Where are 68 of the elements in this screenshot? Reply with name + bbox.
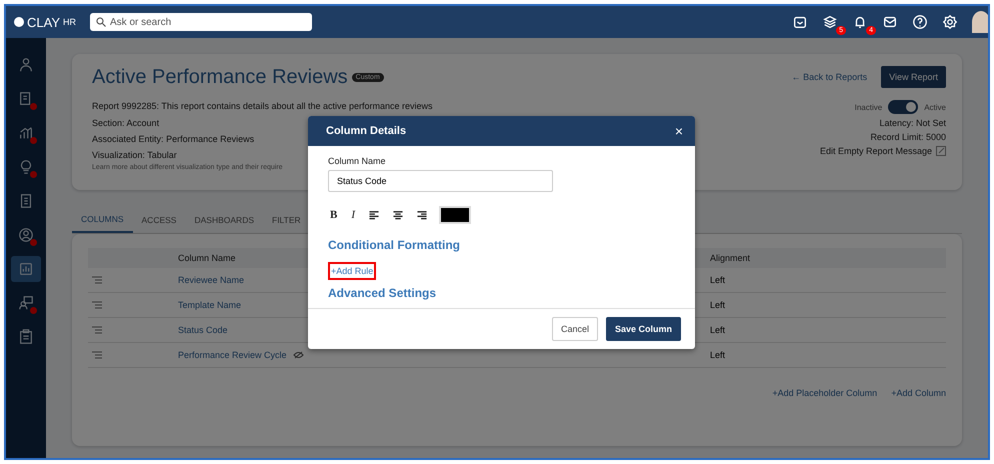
search-icon	[96, 17, 106, 27]
report-field: Associated Entity: Performance Reviews	[92, 131, 254, 147]
layers-icon[interactable]	[822, 14, 838, 30]
cancel-button[interactable]: Cancel	[552, 317, 598, 341]
tab[interactable]: ACCESS	[132, 210, 186, 233]
help-icon[interactable]	[912, 14, 928, 30]
table-cell-text: Left	[710, 300, 726, 310]
drag-handle-icon[interactable]	[92, 301, 102, 309]
color-swatch[interactable]	[439, 206, 472, 224]
people-icon	[18, 57, 34, 73]
report-title: Active Performance Reviews	[92, 66, 348, 89]
tab[interactable]: DASHBOARDS	[185, 210, 263, 233]
column-name-link[interactable]: Status Code	[178, 325, 228, 335]
status-toggle[interactable]	[888, 100, 918, 114]
dialog-title: Column Details	[326, 125, 406, 137]
setting-text: Record Limit: 5000	[870, 132, 946, 142]
align-left-button[interactable]	[367, 208, 382, 222]
chart-icon	[18, 261, 34, 277]
logo-text: CLAY	[27, 14, 60, 30]
bold-button[interactable]: B	[328, 207, 340, 223]
logo-icon	[14, 17, 24, 27]
sidebar-item[interactable]	[11, 256, 41, 282]
mail-icon[interactable]	[882, 14, 898, 30]
add-column-link[interactable]: +Add Column	[891, 388, 946, 398]
view-report-button[interactable]: View Report	[881, 66, 946, 88]
align-right-button[interactable]	[415, 208, 430, 222]
hidden-eye-icon[interactable]	[292, 351, 304, 359]
search-field[interactable]: Ask or search	[90, 13, 312, 31]
report-description: Report 9992285: This report contains details about all the active performance reviews	[92, 101, 433, 111]
section-heading: Conditional Formatting	[328, 238, 460, 252]
field-label: Column Name	[328, 156, 386, 166]
column-name-link[interactable]: Performance Review Cycle	[178, 350, 287, 360]
edit-message-link[interactable]: Edit Empty Report Message	[820, 146, 932, 156]
close-button[interactable]: ×	[674, 123, 683, 139]
table-cell-text: Left	[710, 325, 726, 335]
add-rule-link[interactable]: +Add Rule	[328, 262, 376, 280]
bulb-icon	[18, 159, 34, 175]
setting-text: Latency: Not Set	[879, 118, 946, 128]
report-field: Visualization: Tabular	[92, 147, 177, 163]
align-center-button[interactable]	[391, 208, 406, 222]
column-name-input[interactable]: Status Code	[328, 170, 553, 192]
report-field: Section: Account	[92, 115, 160, 131]
back-link[interactable]: ← Back to Reports	[792, 72, 868, 82]
team-icon	[18, 295, 34, 311]
table-cell-text: Left	[710, 275, 726, 285]
column-name-link[interactable]: Reviewee Name	[178, 275, 244, 285]
person-icon	[18, 227, 34, 243]
column-name-link[interactable]: Template Name	[178, 300, 242, 310]
tab[interactable]: FILTER	[263, 210, 310, 233]
logo-suffix: HR	[63, 17, 76, 27]
drag-handle-icon[interactable]	[92, 351, 102, 359]
italic-button[interactable]: I	[349, 207, 358, 223]
section-heading: Advanced Settings	[328, 286, 436, 300]
toggle-label: Inactive	[854, 102, 882, 112]
edit-icon[interactable]	[936, 146, 946, 156]
avatar[interactable]	[972, 11, 988, 33]
growth-icon	[18, 125, 34, 141]
drag-handle-icon[interactable]	[92, 326, 102, 334]
drag-handle-icon[interactable]	[92, 276, 102, 284]
table-cell-text: Left	[710, 350, 726, 360]
column-header: Column Name	[178, 253, 237, 263]
save-button[interactable]: Save Column	[606, 317, 681, 341]
clipboard-icon	[18, 329, 34, 345]
settings-icon[interactable]	[942, 14, 958, 30]
add-column-link[interactable]: +Add Placeholder Column	[772, 388, 878, 398]
document-icon	[18, 193, 34, 209]
toggle-label: Active	[924, 102, 946, 112]
column-header: Alignment	[710, 253, 752, 263]
